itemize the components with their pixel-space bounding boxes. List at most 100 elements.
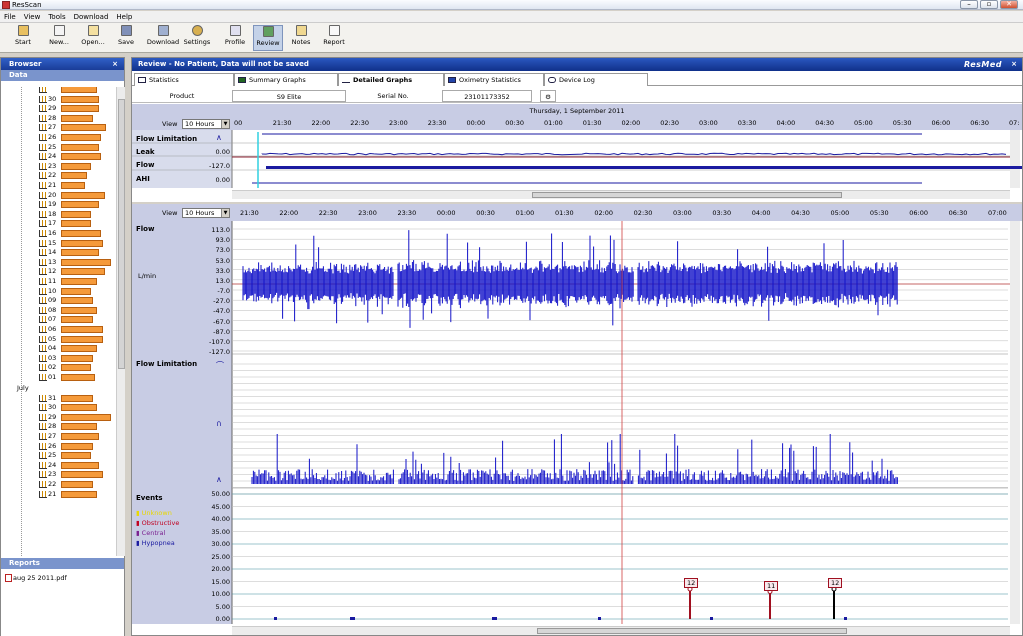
detail-scroll-thumb[interactable] (537, 628, 847, 634)
time-tick-label: 03:00 (699, 119, 718, 127)
tree-day-item[interactable]: 07 (1, 314, 116, 324)
menu-help[interactable]: Help (112, 11, 136, 23)
time-tick-label: 05:00 (830, 209, 850, 217)
data-tree[interactable]: 30 29 28 27 26 25 24 23 22 21 20 19 18 17 16 15 14 13 12 11… (1, 87, 116, 556)
tree-day-item[interactable]: 23 (1, 161, 116, 171)
new-button[interactable]: New... (44, 25, 74, 51)
tree-day-item[interactable]: 26 (1, 132, 116, 142)
usage-bar (61, 201, 99, 209)
overview-label-flow: Flow (136, 161, 155, 169)
tree-day-number: 31 (48, 393, 57, 402)
tree-day-item[interactable]: 19 (1, 199, 116, 209)
tree-day-item[interactable]: 11 (1, 276, 116, 286)
tree-day-item[interactable]: 30 (1, 94, 116, 104)
tree-day-item[interactable]: 03 (1, 353, 116, 363)
tree-day-item[interactable]: 29 (1, 412, 116, 422)
menu-download[interactable]: Download (70, 11, 113, 23)
review-icon (262, 26, 274, 37)
profile-button[interactable]: Profile (222, 25, 248, 51)
tree-day-item[interactable]: 28 (1, 421, 116, 431)
tree-day-item[interactable]: 28 (1, 113, 116, 123)
tree-day-item[interactable]: 15 (1, 238, 116, 248)
tree-day-item[interactable]: 05 (1, 334, 116, 344)
tree-day-item[interactable]: 02 (1, 362, 116, 372)
minimize-button[interactable]: – (960, 0, 978, 9)
tree-day-item[interactable]: 24 (1, 460, 116, 470)
tree-day-item[interactable]: 22 (1, 479, 116, 489)
close-browser-button[interactable]: × (112, 58, 118, 70)
tab-oximetry-statistics[interactable]: Oximetry Statistics (444, 73, 544, 86)
tree-day-item[interactable]: 24 (1, 151, 116, 161)
tree-day-item[interactable]: 22 (1, 170, 116, 180)
maximize-button[interactable]: ▫ (980, 0, 998, 9)
menu-tools[interactable]: Tools (44, 11, 69, 23)
settings-button[interactable]: Settings (182, 25, 212, 51)
tree-day-item[interactable]: 10 (1, 286, 116, 296)
tree-day-item[interactable]: 04 (1, 343, 116, 353)
tree-day-item[interactable]: 30 (1, 402, 116, 412)
legend-item: ▮ Unknown (136, 509, 172, 517)
usage-bar (61, 442, 93, 450)
save-button[interactable]: Save (112, 25, 140, 51)
overview-label-ahi: AHI (136, 175, 150, 183)
close-window-button[interactable]: ✕ (1000, 0, 1018, 9)
tab-summary-graphs[interactable]: Summary Graphs (234, 73, 338, 86)
tree-day-item[interactable]: 08 (1, 305, 116, 315)
tree-day-item[interactable]: 29 (1, 103, 116, 113)
tree-day-item[interactable]: 26 (1, 441, 116, 451)
menu-file[interactable]: File (0, 11, 20, 23)
tree-day-item[interactable]: 25 (1, 450, 116, 460)
tree-day-item[interactable]: 31 (1, 393, 116, 403)
device-info-row: Product S9 Elite Serial No. 23101173352 … (132, 89, 1022, 103)
tree-day-item[interactable]: 20 (1, 190, 116, 200)
report-button[interactable]: Report (320, 25, 348, 51)
overview-vscroll (1010, 130, 1020, 188)
tree-day-item[interactable]: 21 (1, 489, 116, 499)
events-y-tick: 20.00 (211, 565, 230, 573)
download-button[interactable]: Download (146, 25, 180, 51)
tree-day-item[interactable]: 27 (1, 431, 116, 441)
tree-day-item[interactable]: 23 (1, 469, 116, 479)
save-icon (120, 25, 132, 36)
tree-day-item[interactable]: 06 (1, 324, 116, 334)
events-y-tick: 30.00 (211, 540, 230, 548)
tree-day-item[interactable]: 27 (1, 122, 116, 132)
tab-statistics[interactable]: Statistics (134, 73, 234, 86)
tab-device-log[interactable]: Device Log (544, 73, 648, 86)
start-button[interactable]: Start (8, 25, 38, 51)
time-tick-label: 06:00 (909, 209, 928, 217)
tree-day-item[interactable]: 12 (1, 266, 116, 276)
hypopnea-marker (598, 617, 601, 620)
overview-view-select[interactable]: 10 Hours ▼ (182, 119, 230, 129)
tab-detailed-graphs[interactable]: Detailed Graphs (338, 73, 444, 86)
overview-flow-trace (266, 166, 1022, 169)
report-file-item[interactable]: aug 25 2011.pdf (5, 574, 67, 582)
tree-day-item[interactable]: 17 (1, 218, 116, 228)
detail-scrollbar[interactable] (232, 626, 1010, 635)
device-settings-icon[interactable]: ⚙ (540, 90, 556, 102)
tree-day-item[interactable]: 21 (1, 180, 116, 190)
tree-day-item[interactable]: 25 (1, 142, 116, 152)
notes-button[interactable]: Notes (288, 25, 314, 51)
tree-scroll-thumb[interactable] (118, 99, 125, 369)
tree-day-item[interactable]: 16 (1, 228, 116, 238)
overview-scroll-thumb[interactable] (532, 192, 842, 198)
open-button[interactable]: Open... (78, 25, 108, 51)
menu-view[interactable]: View (20, 11, 45, 23)
tree-day-item[interactable]: 09 (1, 295, 116, 305)
tree-day-item[interactable]: 01 (1, 372, 116, 382)
bar-chart-icon (39, 404, 47, 412)
tree-day-item[interactable]: 18 (1, 209, 116, 219)
flowlim-max-icon: ⌒ (216, 361, 224, 370)
tree-day-item[interactable]: 14 (1, 247, 116, 257)
tree-month-july[interactable]: July (1, 383, 116, 393)
flow-limitation-icon: ∧ (216, 133, 222, 142)
review-button[interactable]: Review (253, 25, 283, 51)
tree-day-item[interactable]: 13 (1, 257, 116, 267)
tree-scrollbar[interactable] (116, 87, 125, 556)
close-review-button[interactable]: × (1011, 58, 1017, 71)
detail-view-select[interactable]: 10 Hours ▼ (182, 208, 230, 218)
overview-leak-trace (261, 152, 1007, 156)
time-tick-label: 01:30 (554, 209, 574, 217)
overview-scrollbar[interactable] (232, 190, 1010, 199)
